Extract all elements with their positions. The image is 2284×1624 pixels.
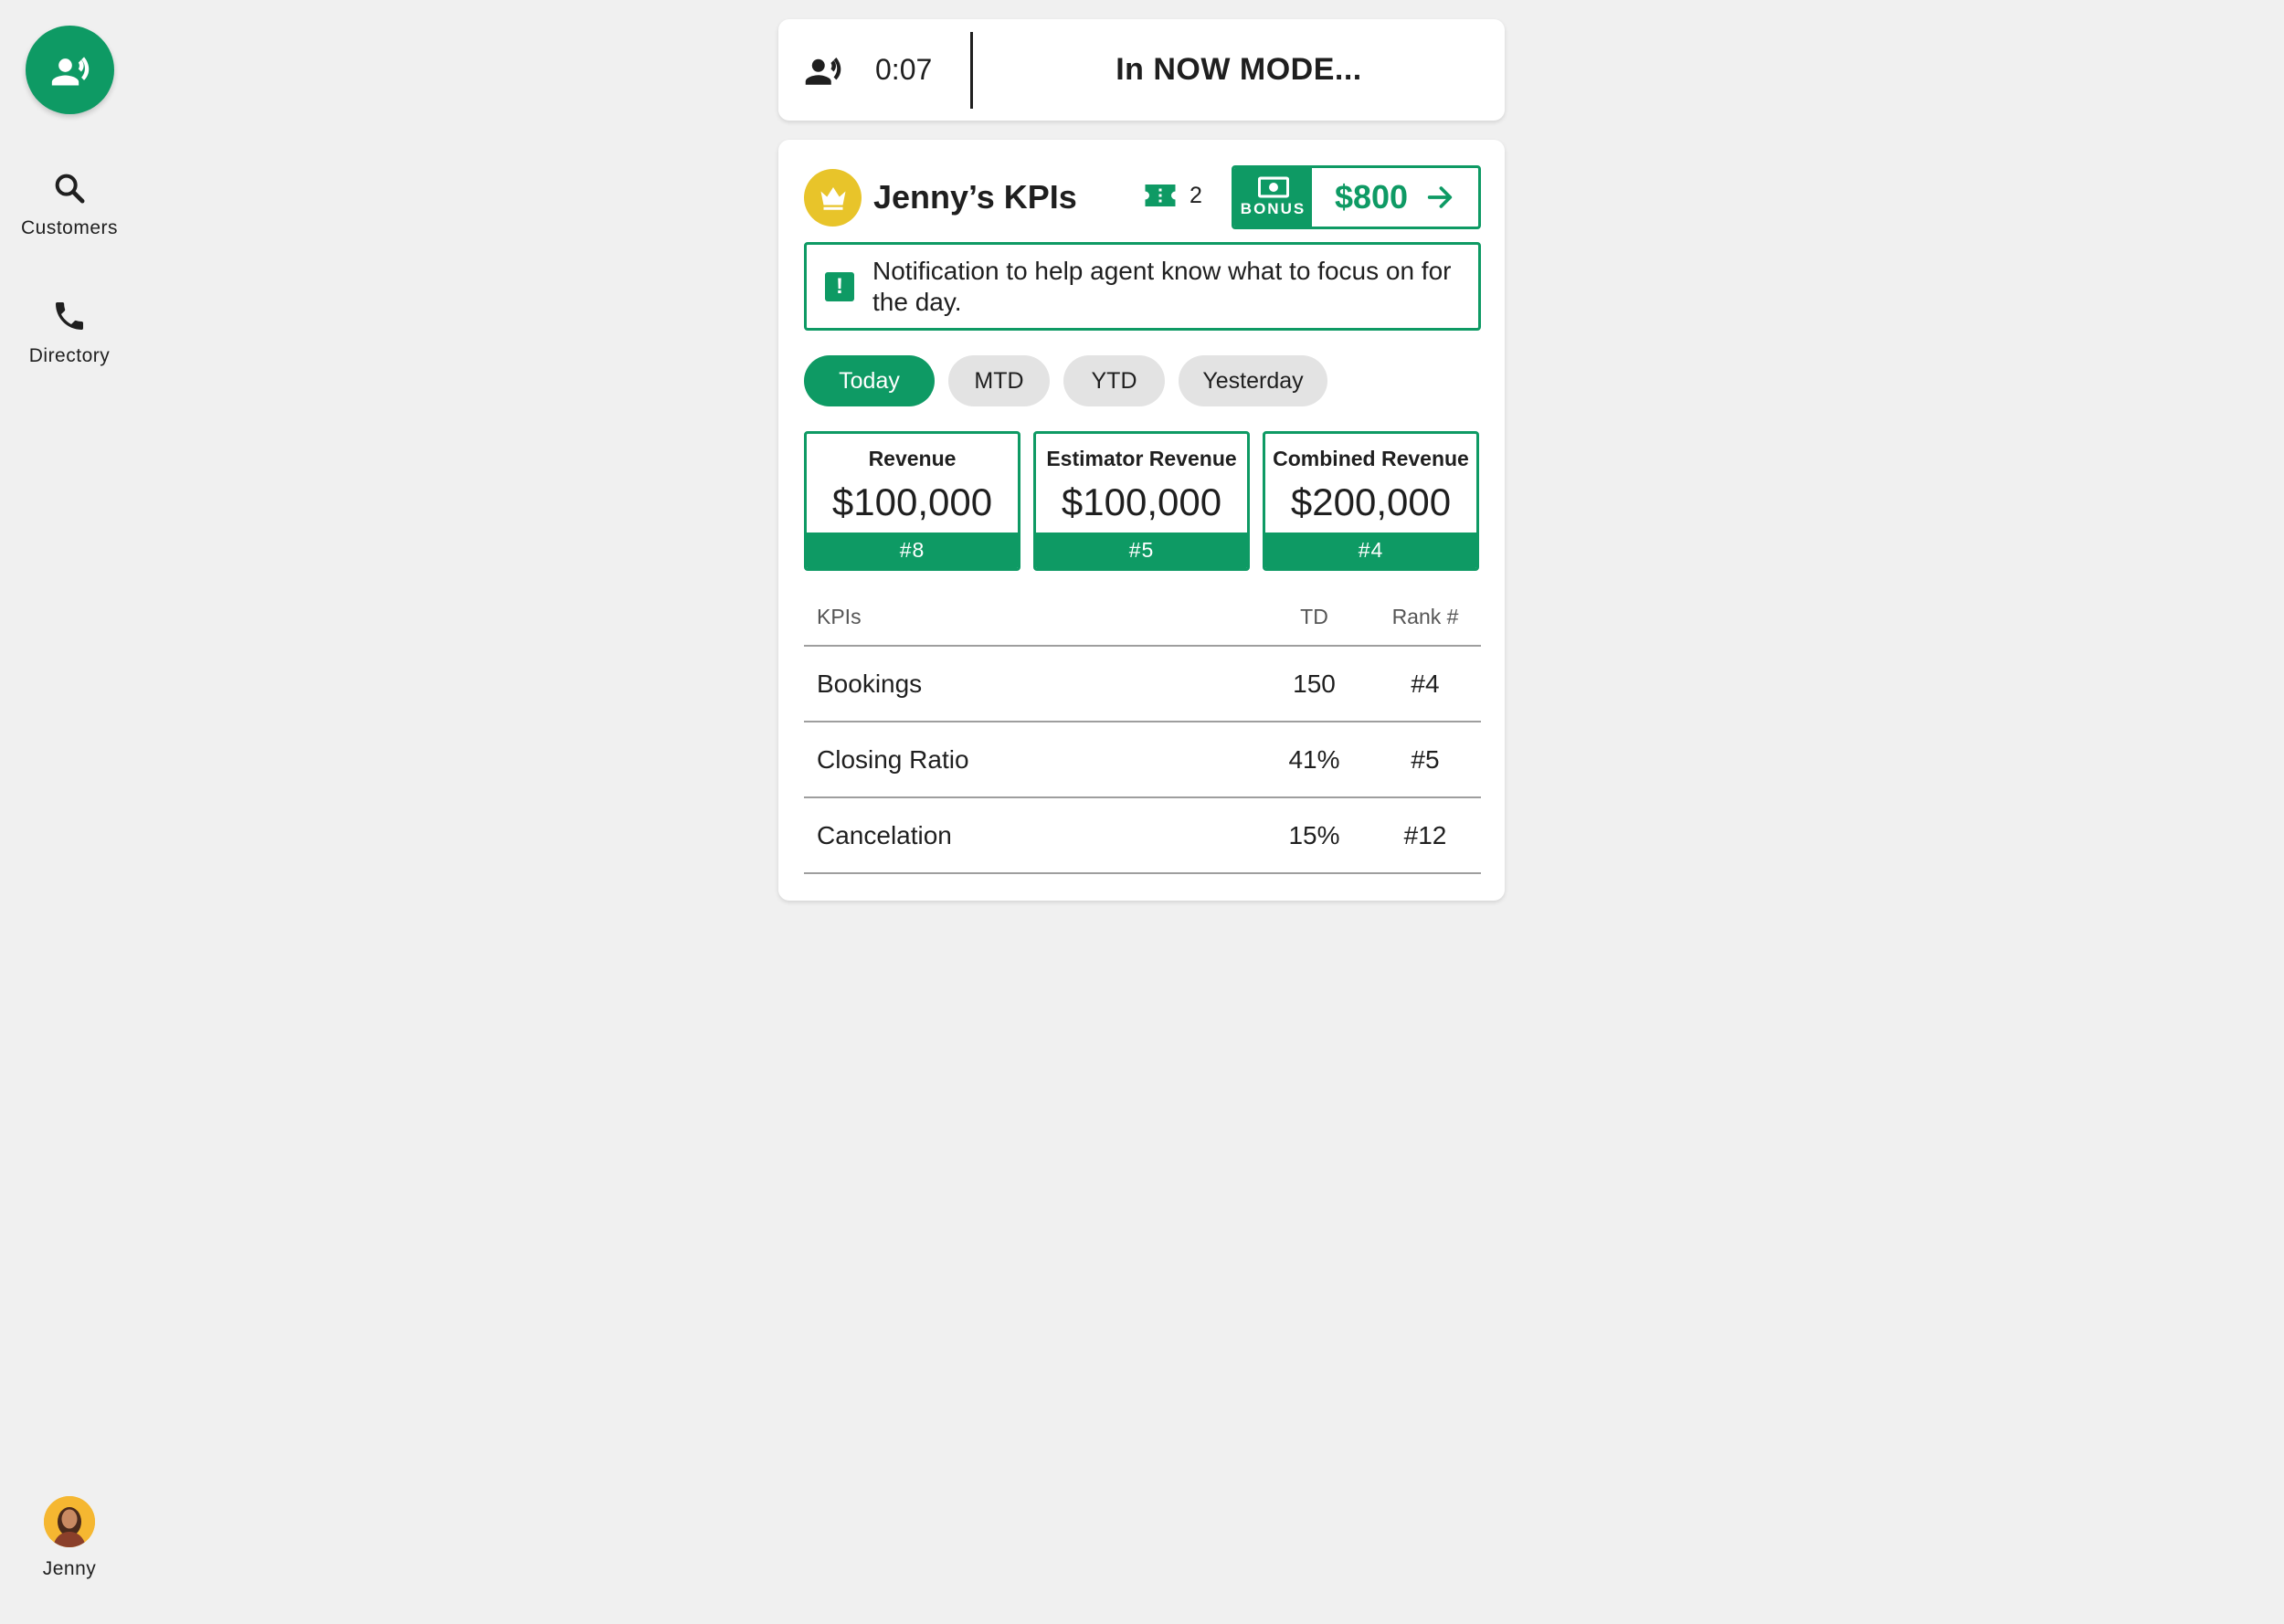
mode-status: In NOW MODE... [1116, 52, 1362, 87]
table-row: Cancelation 15% #12 [804, 798, 1481, 874]
header-td: TD [1300, 605, 1328, 628]
revenue-tiles: Revenue $100,000 #8 Estimator Revenue $1… [804, 431, 1479, 571]
tile-label: Revenue [868, 447, 957, 470]
voice-call-button[interactable] [26, 26, 114, 114]
bonus-tag: BONUS [1234, 168, 1312, 227]
ticket-icon [1145, 185, 1176, 206]
avatar [44, 1496, 95, 1547]
tile-value: $200,000 [1290, 480, 1452, 523]
kpi-name: Closing Ratio [817, 744, 969, 774]
tile-rank: #5 [1036, 533, 1247, 568]
bonus-amount-area: $800 [1312, 168, 1478, 227]
tile-value: $100,000 [1061, 480, 1222, 523]
bonus-amount: $800 [1334, 178, 1409, 216]
kpi-td: 41% [1288, 744, 1340, 774]
period-filter: Today MTD YTD Yesterday [804, 355, 1327, 406]
chip-ytd[interactable]: YTD [1063, 355, 1165, 406]
kpi-table: KPIs TD Rank # Bookings 150 #4 Closing R… [804, 589, 1481, 874]
rail-item-directory[interactable]: Directory [0, 298, 139, 367]
table-row: Closing Ratio 41% #5 [804, 722, 1481, 798]
tile-rank: #4 [1265, 533, 1476, 568]
alert-icon: ! [825, 271, 854, 301]
table-header: KPIs TD Rank # [804, 589, 1481, 647]
kpi-rank: #4 [1411, 669, 1440, 698]
call-status-bar: 0:07 In NOW MODE... [778, 19, 1505, 121]
tile-revenue: Revenue $100,000 #8 [804, 431, 1020, 571]
bonus-label: BONUS [1240, 200, 1306, 217]
kpi-name: Bookings [817, 669, 923, 698]
navigation-rail: Customers Directory Jenny [0, 0, 139, 1624]
voice-icon [804, 51, 842, 90]
kpi-rank: #12 [1403, 820, 1447, 849]
tile-label: Estimator Revenue [1046, 447, 1237, 470]
rail-item-label: Directory [28, 345, 111, 366]
table-row: Bookings 150 #4 [804, 647, 1481, 722]
chip-mtd[interactable]: MTD [948, 355, 1050, 406]
tile-value: $100,000 [831, 480, 993, 523]
ticket-counter[interactable]: 2 [1144, 182, 1202, 209]
kpi-td: 150 [1293, 669, 1336, 698]
user-profile[interactable]: Jenny [0, 1496, 139, 1580]
tile-rank: #8 [807, 533, 1018, 568]
tile-combined-revenue: Combined Revenue $200,000 #4 [1263, 431, 1479, 571]
search-icon [55, 174, 85, 204]
crown-icon [820, 186, 845, 210]
kpi-rank: #5 [1411, 744, 1440, 774]
tile-estimator-revenue: Estimator Revenue $100,000 #5 [1033, 431, 1250, 571]
voice-call-icon [51, 56, 89, 85]
rail-item-label: Customers [20, 217, 119, 238]
notification-text: Notification to help agent know what to … [872, 256, 1452, 316]
rail-item-customers[interactable]: Customers [0, 170, 139, 239]
call-timer: 0:07 [875, 53, 933, 86]
kpi-title: Jenny’s KPIs [873, 178, 1077, 216]
user-name: Jenny [42, 1558, 97, 1579]
tile-label: Combined Revenue [1273, 447, 1469, 470]
focus-notification: ! Notification to help agent know what t… [804, 242, 1481, 331]
kpi-td: 15% [1288, 820, 1340, 849]
phone-icon [56, 302, 83, 330]
header-kpis: KPIs [817, 605, 862, 628]
kpi-name: Cancelation [817, 820, 952, 849]
bonus-button[interactable]: BONUS $800 [1232, 165, 1481, 229]
crown-badge [804, 169, 862, 227]
ticket-count: 2 [1190, 182, 1202, 208]
chip-yesterday[interactable]: Yesterday [1179, 355, 1327, 406]
chip-today[interactable]: Today [804, 355, 935, 406]
arrow-right-icon [1427, 186, 1453, 208]
header-rank: Rank # [1391, 605, 1459, 628]
cash-icon [1257, 176, 1289, 198]
